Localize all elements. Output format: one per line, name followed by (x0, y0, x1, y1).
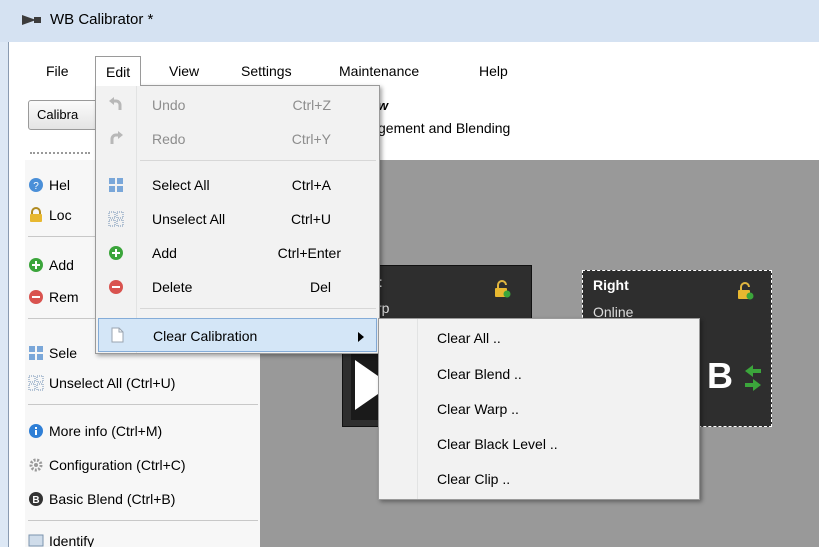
menu-separator (140, 160, 376, 161)
sidebar-divider (28, 520, 258, 521)
blend-icon: B (29, 492, 43, 506)
info-icon (29, 424, 43, 438)
menu-help[interactable]: Help (469, 56, 518, 86)
sidebar-item-label: Rem (49, 289, 79, 305)
menu-item-redo[interactable]: Redo Ctrl+Y (98, 122, 377, 156)
sidebar-item-label: Basic Blend (Ctrl+B) (49, 491, 176, 507)
sidebar-divider (28, 404, 258, 405)
gear-icon (29, 458, 43, 472)
calibrate-button[interactable]: Calibra (28, 100, 100, 130)
menu-item-clear-black-level[interactable]: Clear Black Level .. (381, 427, 697, 462)
select-all-icon (29, 346, 43, 360)
add-icon (29, 258, 43, 272)
sidebar-item-label: Sele (49, 345, 78, 361)
menu-view[interactable]: View (159, 56, 209, 86)
blend-letter: B (707, 355, 733, 396)
app-logo-icon (22, 15, 41, 25)
undo-icon (109, 97, 122, 110)
svg-text:?: ? (33, 181, 39, 192)
delete-icon (109, 280, 123, 294)
sidebar-item-help[interactable]: ? Hel (28, 172, 70, 198)
sidebar-item-lock[interactable]: Loc (28, 202, 72, 228)
identify-icon (28, 534, 44, 547)
sidebar-item-label: Loc (49, 207, 72, 223)
help-icon: ? (29, 178, 43, 192)
sidebar-item-identify[interactable]: Identify (28, 532, 94, 547)
unselect-all-icon (28, 375, 44, 391)
edit-menu-dropdown: Undo Ctrl+Z Redo Ctrl+Y Select All Ctrl+… (95, 85, 380, 354)
menu-settings[interactable]: Settings (231, 56, 302, 86)
title-bar: WB Calibrator * (0, 0, 819, 42)
menu-file[interactable]: File (36, 56, 79, 86)
menu-item-undo[interactable]: Undo Ctrl+Z (98, 88, 377, 122)
sidebar-item-select-all[interactable]: Sele (28, 340, 77, 366)
add-icon (109, 246, 123, 260)
lock-icon (30, 207, 42, 222)
sidebar-item-label: Unselect All (Ctrl+U) (49, 375, 176, 391)
menu-item-unselect-all[interactable]: Unselect All Ctrl+U (98, 202, 377, 236)
header-subtitle: gement and Blending (378, 120, 511, 136)
lock-open-icon[interactable] (493, 280, 511, 298)
document-icon (111, 327, 124, 343)
sidebar-item-more-info[interactable]: More info (Ctrl+M) (28, 418, 162, 444)
menu-item-clear-blend[interactable]: Clear Blend .. (381, 357, 697, 392)
remove-icon (29, 290, 43, 304)
menu-maintenance[interactable]: Maintenance (329, 56, 429, 86)
menu-item-clear-clip[interactable]: Clear Clip .. (381, 462, 697, 497)
window-title: WB Calibrator * (50, 11, 154, 28)
submenu-arrow-icon (358, 332, 364, 342)
swap-arrows-icon[interactable] (743, 363, 763, 393)
sidebar-item-label: Add (49, 257, 74, 273)
menu-separator (140, 308, 376, 309)
sidebar-item-unselect-all[interactable]: Unselect All (Ctrl+U) (28, 370, 175, 396)
projector-name: Right (593, 277, 629, 293)
unselect-all-icon (108, 211, 124, 227)
sidebar-item-add[interactable]: Add (28, 252, 74, 278)
sidebar-item-configuration[interactable]: Configuration (Ctrl+C) (28, 452, 186, 478)
sidebar-item-label: Configuration (Ctrl+C) (49, 457, 186, 473)
menu-edit[interactable]: Edit (95, 56, 142, 86)
menu-item-delete[interactable]: Delete Del (98, 270, 377, 304)
sidebar-item-label: Hel (49, 177, 71, 193)
menu-item-clear-all[interactable]: Clear All .. (381, 321, 697, 356)
sidebar-item-label: More info (Ctrl+M) (49, 423, 163, 439)
menu-item-add[interactable]: Add Ctrl+Enter (98, 236, 377, 270)
select-all-icon (109, 178, 123, 192)
svg-text:B: B (32, 495, 39, 506)
menu-item-clear-warp[interactable]: Clear Warp .. (381, 392, 697, 427)
sidebar-item-label: Identify (49, 533, 95, 547)
clear-calibration-submenu: Clear All .. Clear Blend .. Clear Warp .… (378, 318, 700, 500)
menu-bar: File Edit View Settings Maintenance Help (9, 56, 819, 86)
menu-item-select-all[interactable]: Select All Ctrl+A (98, 168, 377, 202)
menu-item-clear-calibration[interactable]: Clear Calibration (98, 318, 377, 352)
toolbar-separator (30, 152, 90, 154)
sidebar-item-remove[interactable]: Rem (28, 284, 79, 310)
sidebar-item-basic-blend[interactable]: B Basic Blend (Ctrl+B) (28, 486, 175, 512)
redo-icon (110, 131, 123, 144)
lock-open-icon[interactable] (735, 281, 755, 301)
